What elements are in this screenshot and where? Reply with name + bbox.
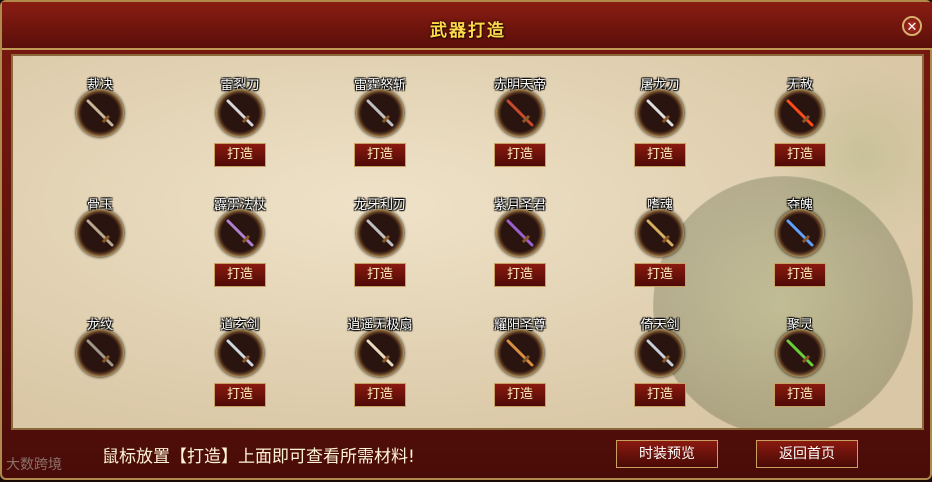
weapon-slot[interactable] — [216, 89, 264, 137]
weapon-slot[interactable] — [356, 89, 404, 137]
window-title: 武器打造 — [430, 21, 506, 41]
footer-bar: 鼠标放置【打造】上面即可查看所需材料! 时装预览 返回首页 — [2, 432, 932, 482]
watermark: 大数跨境 — [6, 457, 62, 473]
weapon-icon — [226, 99, 254, 127]
forge-button[interactable]: 打造 — [774, 383, 826, 407]
weapon-slot[interactable] — [76, 209, 124, 257]
weapon-item: 紫月圣君 打造 — [460, 198, 580, 287]
weapon-slot[interactable] — [76, 89, 124, 137]
weapon-slot[interactable] — [636, 89, 684, 137]
weapon-item: 雷霆怒斩 打造 — [320, 78, 440, 167]
weapon-slot[interactable] — [356, 329, 404, 377]
weapon-icon — [646, 219, 674, 247]
forge-button[interactable]: 打造 — [354, 383, 406, 407]
weapon-icon — [86, 339, 114, 367]
close-icon[interactable]: ✕ — [902, 16, 922, 36]
weapon-icon — [786, 219, 814, 247]
hint-text: 鼠标放置【打造】上面即可查看所需材料! — [102, 447, 415, 467]
weapon-icon — [506, 219, 534, 247]
return-home-button[interactable]: 返回首页 — [756, 440, 858, 468]
weapon-slot[interactable] — [496, 209, 544, 257]
weapon-item: 屠龙刀 打造 — [600, 78, 720, 167]
weapon-icon — [226, 339, 254, 367]
weapon-slot[interactable] — [496, 329, 544, 377]
weapon-item: 耀阳圣尊 打造 — [460, 318, 580, 407]
fashion-preview-button[interactable]: 时装预览 — [616, 440, 718, 468]
forge-button[interactable]: 打造 — [214, 383, 266, 407]
weapon-item: 骨玉 — [40, 198, 160, 257]
weapon-slot[interactable] — [776, 89, 824, 137]
forge-button[interactable]: 打造 — [494, 383, 546, 407]
forge-button[interactable]: 打造 — [354, 143, 406, 167]
weapon-icon — [786, 99, 814, 127]
weapon-icon — [366, 219, 394, 247]
weapon-slot[interactable] — [356, 209, 404, 257]
weapon-item: 逍遥无极扇 打造 — [320, 318, 440, 407]
weapon-slot[interactable] — [776, 209, 824, 257]
forge-button[interactable]: 打造 — [634, 143, 686, 167]
weapon-item: 赤明天帝 打造 — [460, 78, 580, 167]
weapon-item: 夺魄 打造 — [740, 198, 860, 287]
forge-button[interactable]: 打造 — [774, 263, 826, 287]
weapon-icon — [366, 339, 394, 367]
weapon-icon — [86, 99, 114, 127]
forge-button[interactable]: 打造 — [634, 383, 686, 407]
forge-button[interactable]: 打造 — [214, 143, 266, 167]
weapon-icon — [506, 339, 534, 367]
forge-button[interactable]: 打造 — [634, 263, 686, 287]
weapon-item: 雷裂刀 打造 — [180, 78, 300, 167]
weapon-icon — [86, 219, 114, 247]
forge-button[interactable]: 打造 — [494, 143, 546, 167]
weapon-icon — [646, 339, 674, 367]
weapon-item: 聚灵 打造 — [740, 318, 860, 407]
weapon-slot[interactable] — [216, 209, 264, 257]
forge-button[interactable]: 打造 — [354, 263, 406, 287]
weapon-icon — [506, 99, 534, 127]
forge-button[interactable]: 打造 — [774, 143, 826, 167]
weapon-icon — [786, 339, 814, 367]
weapon-slot[interactable] — [776, 329, 824, 377]
weapon-item: 倚天剑 打造 — [600, 318, 720, 407]
weapon-slot[interactable] — [636, 329, 684, 377]
weapon-icon — [366, 99, 394, 127]
weapon-item: 龙牙利刃 打造 — [320, 198, 440, 287]
weapon-slot[interactable] — [216, 329, 264, 377]
weapon-icon — [226, 219, 254, 247]
weapon-item: 无赦 打造 — [740, 78, 860, 167]
forge-button[interactable]: 打造 — [494, 263, 546, 287]
forge-window: 武器打造 ✕ 裁决 雷裂刀 打造 雷霆怒斩 打造 赤明天帝 打造 屠龙刀 打造 无赦 打造骨玉 霹雳法… — [0, 0, 932, 480]
weapon-slot[interactable] — [636, 209, 684, 257]
weapon-slot[interactable] — [496, 89, 544, 137]
weapon-slot[interactable] — [76, 329, 124, 377]
title-bar: 武器打造 ✕ — [2, 2, 932, 50]
weapon-item: 霹雳法杖 打造 — [180, 198, 300, 287]
forge-button[interactable]: 打造 — [214, 263, 266, 287]
weapon-item: 道玄剑 打造 — [180, 318, 300, 407]
weapon-item: 裁决 — [40, 78, 160, 137]
weapon-item: 龙纹 — [40, 318, 160, 377]
weapon-icon — [646, 99, 674, 127]
weapon-grid-panel: 裁决 雷裂刀 打造 雷霆怒斩 打造 赤明天帝 打造 屠龙刀 打造 无赦 打造骨玉 霹雳法杖 打造 龙牙利刃… — [11, 54, 924, 430]
weapon-item: 嗜魂 打造 — [600, 198, 720, 287]
